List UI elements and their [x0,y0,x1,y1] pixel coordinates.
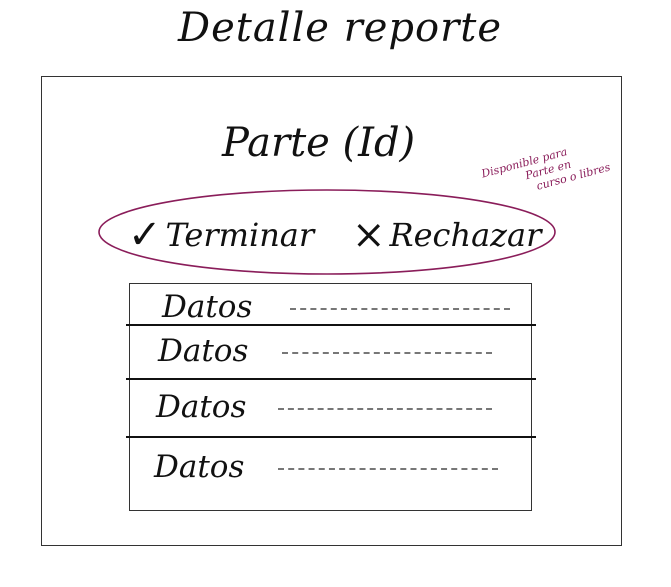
row-label: Datos [158,333,249,369]
table-row: Datos [130,328,531,384]
table-row: Datos [130,384,531,440]
row-value-placeholder [278,468,498,470]
x-icon: × [352,212,386,258]
row-value-placeholder [290,308,510,310]
row-divider [126,436,536,438]
data-table: Datos Datos Datos Datos [126,283,536,511]
terminar-label: Terminar [165,216,315,254]
table-row: Datos [130,444,531,500]
row-divider [126,324,536,326]
rechazar-button[interactable]: × Rechazar [352,215,541,255]
rechazar-label: Rechazar [389,216,542,254]
row-label: Datos [162,289,253,325]
row-label: Datos [156,389,247,425]
row-value-placeholder [278,408,492,410]
row-divider [126,378,536,380]
terminar-button[interactable]: ✓ Terminar [128,215,314,255]
check-icon: ✓ [128,212,162,258]
row-value-placeholder [282,352,492,354]
row-label: Datos [154,449,245,485]
